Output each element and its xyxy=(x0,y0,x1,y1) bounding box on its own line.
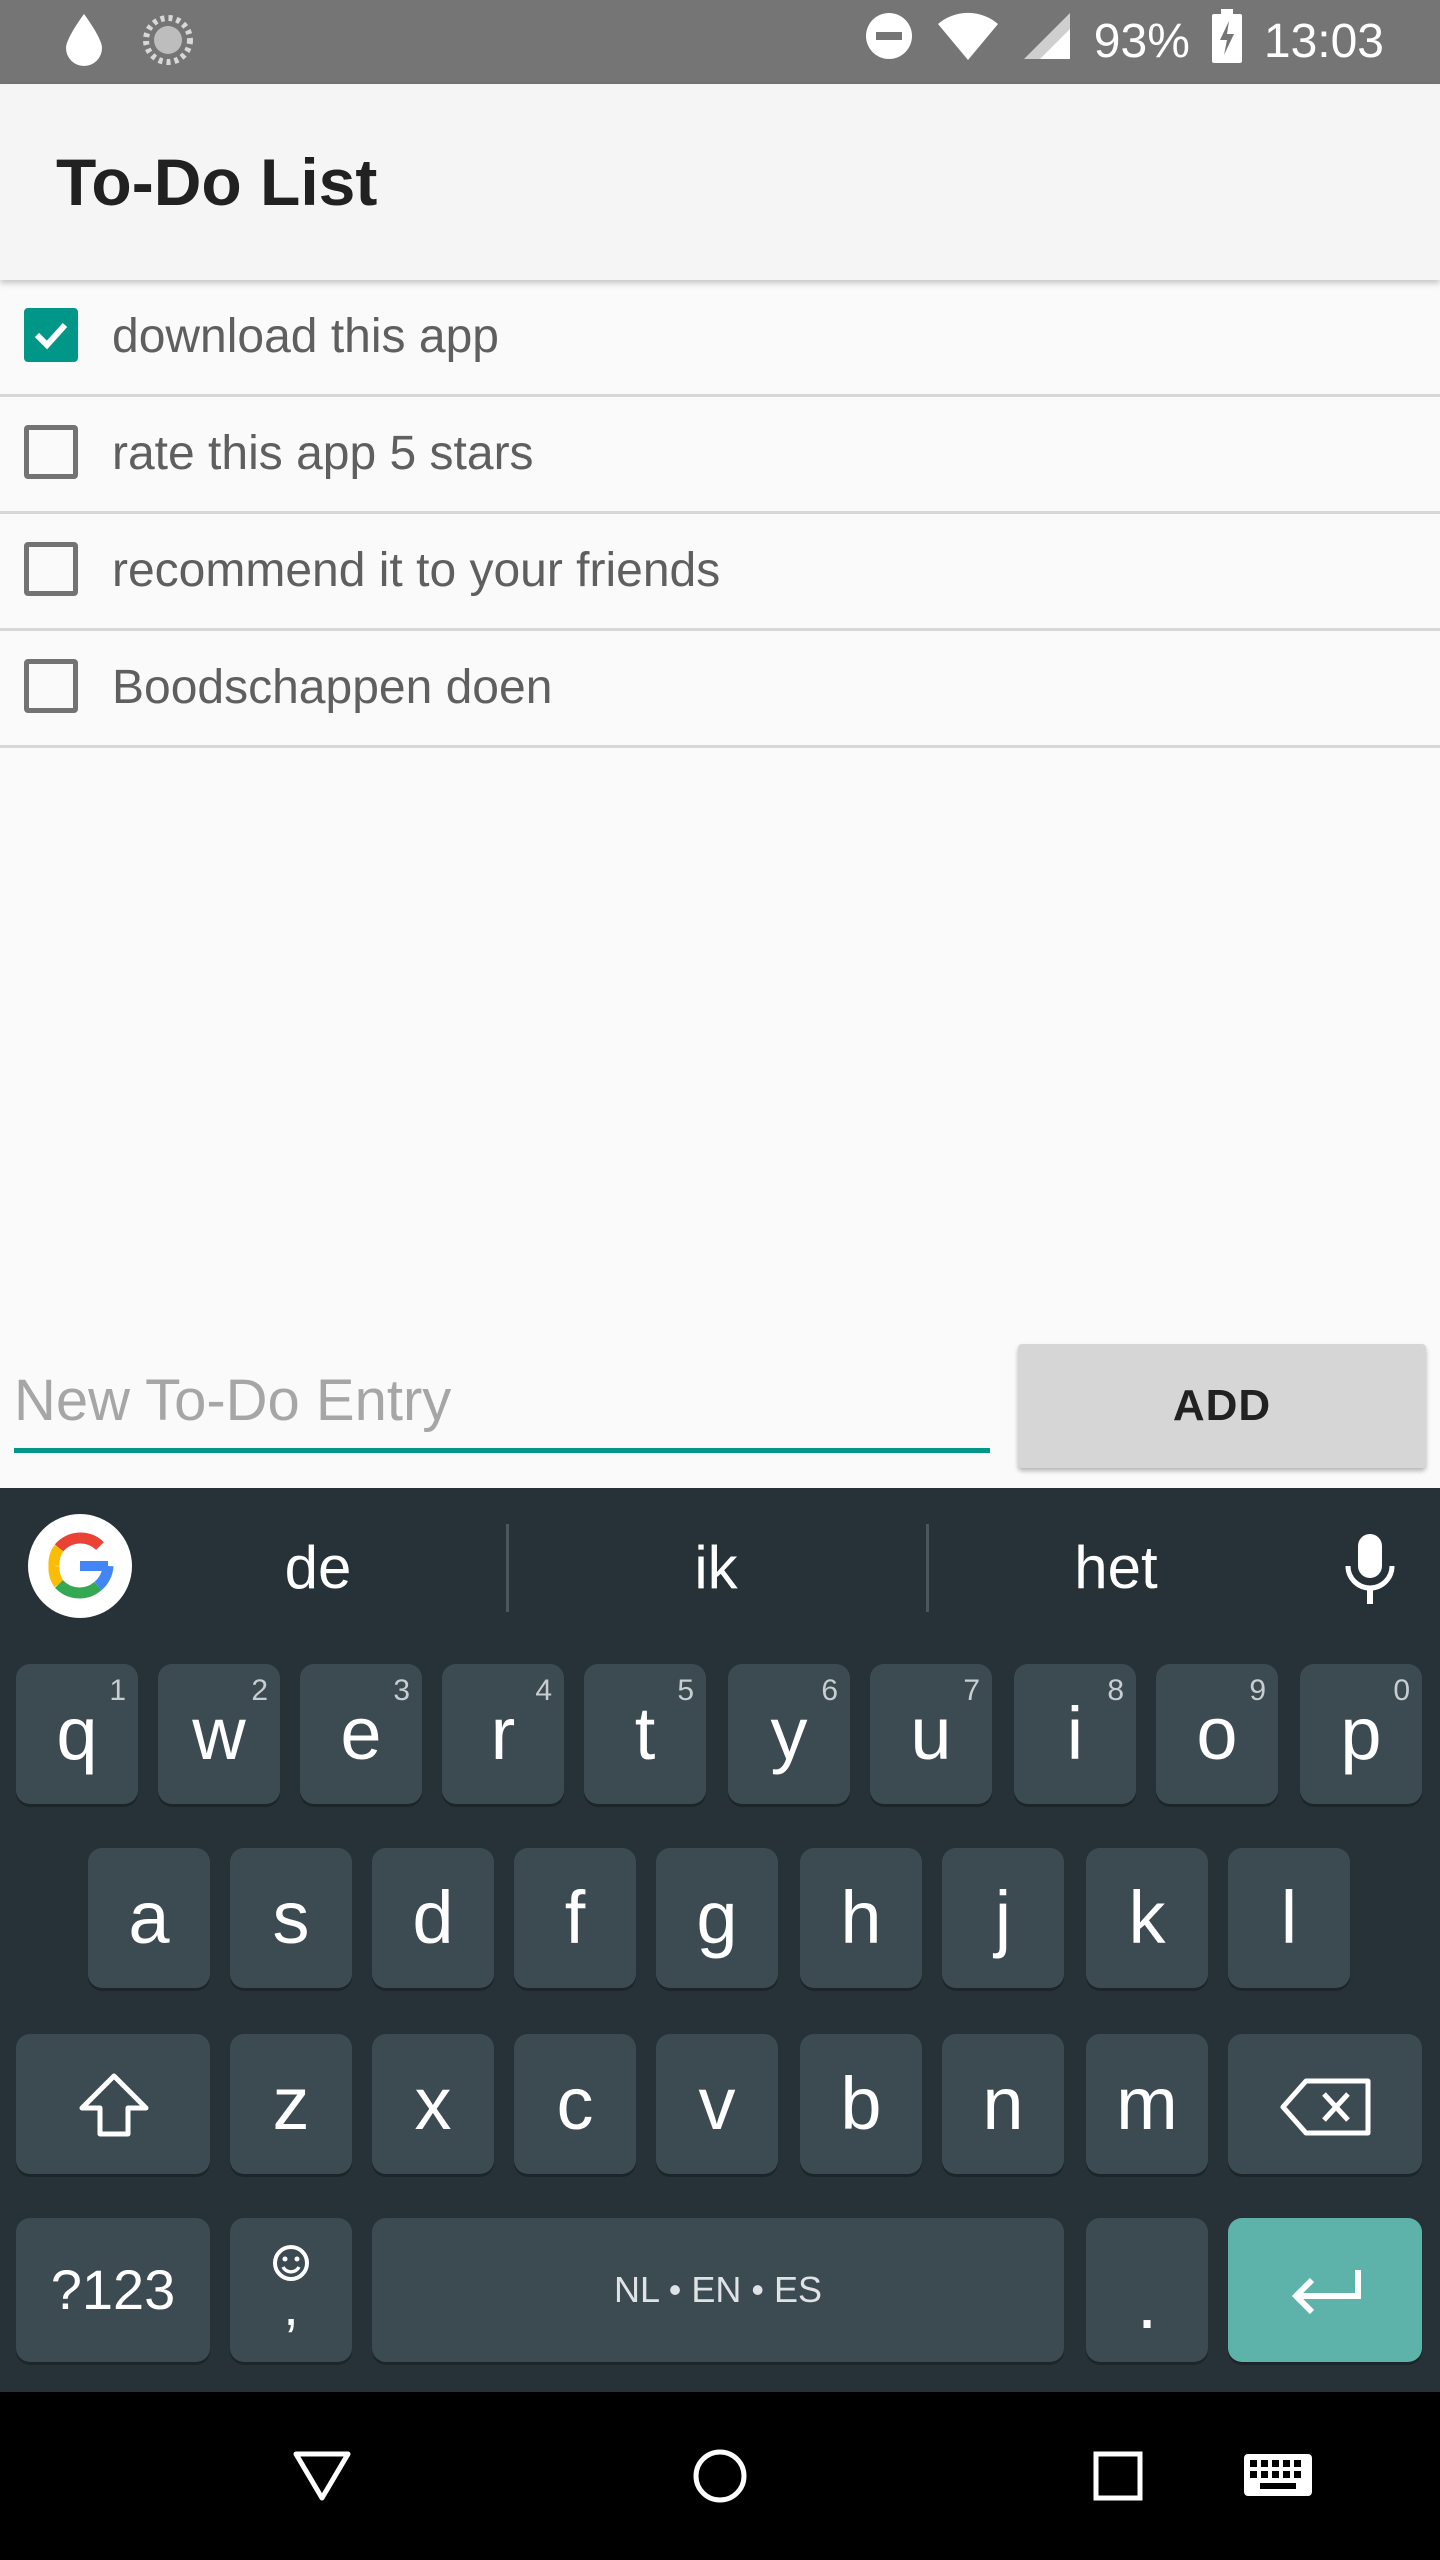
enter-icon xyxy=(1288,2266,1364,2321)
page-title: To-Do List xyxy=(56,145,378,219)
period-key[interactable]: . xyxy=(1086,2218,1208,2362)
key-s[interactable]: s xyxy=(230,1848,352,1988)
google-icon[interactable] xyxy=(28,1514,132,1618)
suggestion-3[interactable]: het xyxy=(966,1488,1266,1648)
list-item[interactable]: Boodschappen doen xyxy=(0,631,1440,748)
key-h[interactable]: h xyxy=(800,1848,922,1988)
key-r[interactable]: r4 xyxy=(442,1664,564,1804)
space-bar[interactable]: NL • EN • ES xyxy=(372,2218,1064,2362)
key-o[interactable]: o9 xyxy=(1156,1664,1278,1804)
backspace-key[interactable] xyxy=(1228,2034,1422,2174)
key-b[interactable]: b xyxy=(800,2034,922,2174)
key-l[interactable]: l xyxy=(1228,1848,1350,1988)
status-bar: 93% 13:03 xyxy=(0,0,1440,84)
todo-list: download this app rate this app 5 stars … xyxy=(0,280,1440,748)
key-v[interactable]: v xyxy=(656,2034,778,2174)
todo-label: download this app xyxy=(112,310,499,363)
key-k[interactable]: k xyxy=(1086,1848,1208,1988)
list-item[interactable]: rate this app 5 stars xyxy=(0,397,1440,514)
key-u[interactable]: u7 xyxy=(870,1664,992,1804)
dnd-icon xyxy=(864,11,914,73)
key-d[interactable]: d xyxy=(372,1848,494,1988)
checkbox[interactable] xyxy=(24,659,78,713)
enter-key[interactable] xyxy=(1228,2218,1422,2362)
app-bar: To-Do List xyxy=(0,84,1440,280)
key-z[interactable]: z xyxy=(230,2034,352,2174)
key-f[interactable]: f xyxy=(514,1848,636,1988)
key-e[interactable]: e3 xyxy=(300,1664,422,1804)
drop-icon xyxy=(62,12,106,73)
shift-icon xyxy=(78,2072,150,2143)
key-m[interactable]: m xyxy=(1086,2034,1208,2174)
keyboard-icon[interactable] xyxy=(1242,2442,1314,2511)
key-a[interactable]: a xyxy=(88,1848,210,1988)
recents-icon[interactable] xyxy=(1086,2442,1150,2511)
symbols-key[interactable]: ?123 xyxy=(16,2218,210,2362)
suggestion-divider xyxy=(926,1524,929,1612)
key-p[interactable]: p0 xyxy=(1300,1664,1422,1804)
suggestion-1[interactable]: de xyxy=(168,1488,468,1648)
list-item[interactable]: recommend it to your friends xyxy=(0,514,1440,631)
battery-charging-icon xyxy=(1211,9,1242,75)
home-icon[interactable] xyxy=(688,2442,752,2511)
suggestion-divider xyxy=(506,1524,509,1612)
key-n[interactable]: n xyxy=(942,2034,1064,2174)
emoji-comma-key[interactable]: , xyxy=(230,2218,352,2362)
todo-label: rate this app 5 stars xyxy=(112,427,534,480)
checkbox-checked[interactable] xyxy=(24,308,78,362)
status-left-icons xyxy=(62,12,194,73)
todo-label: Boodschappen doen xyxy=(112,661,553,714)
add-button[interactable]: ADD xyxy=(1018,1344,1426,1468)
wifi-icon xyxy=(936,10,1000,74)
keyboard: de ik het q1 w2 e3 r4 t5 y6 u7 i8 o9 p0 … xyxy=(0,1488,1440,2392)
status-right-icons: 93% 13:03 xyxy=(864,0,1384,84)
key-y[interactable]: y6 xyxy=(728,1664,850,1804)
backspace-icon xyxy=(1280,2078,1372,2141)
key-x[interactable]: x xyxy=(372,2034,494,2174)
key-q[interactable]: q1 xyxy=(16,1664,138,1804)
key-w[interactable]: w2 xyxy=(158,1664,280,1804)
signal-icon xyxy=(1022,11,1072,73)
battery-percent: 93% xyxy=(1093,15,1190,68)
key-g[interactable]: g xyxy=(656,1848,778,1988)
list-item[interactable]: download this app xyxy=(0,280,1440,397)
todo-label: recommend it to your friends xyxy=(112,544,721,597)
checkbox[interactable] xyxy=(24,425,78,479)
clock: 13:03 xyxy=(1263,15,1384,68)
shift-key[interactable] xyxy=(16,2034,210,2174)
checkbox[interactable] xyxy=(24,542,78,596)
key-c[interactable]: c xyxy=(514,2034,636,2174)
new-todo-input[interactable] xyxy=(14,1352,990,1453)
back-icon[interactable] xyxy=(290,2442,354,2511)
key-t[interactable]: t5 xyxy=(584,1664,706,1804)
key-j[interactable]: j xyxy=(942,1848,1064,1988)
suggestion-bar: de ik het xyxy=(0,1488,1440,1648)
nav-bar xyxy=(0,2392,1440,2560)
sync-icon xyxy=(142,14,194,71)
key-i[interactable]: i8 xyxy=(1014,1664,1136,1804)
suggestion-2[interactable]: ik xyxy=(566,1488,866,1648)
mic-icon[interactable] xyxy=(1342,1532,1398,1613)
